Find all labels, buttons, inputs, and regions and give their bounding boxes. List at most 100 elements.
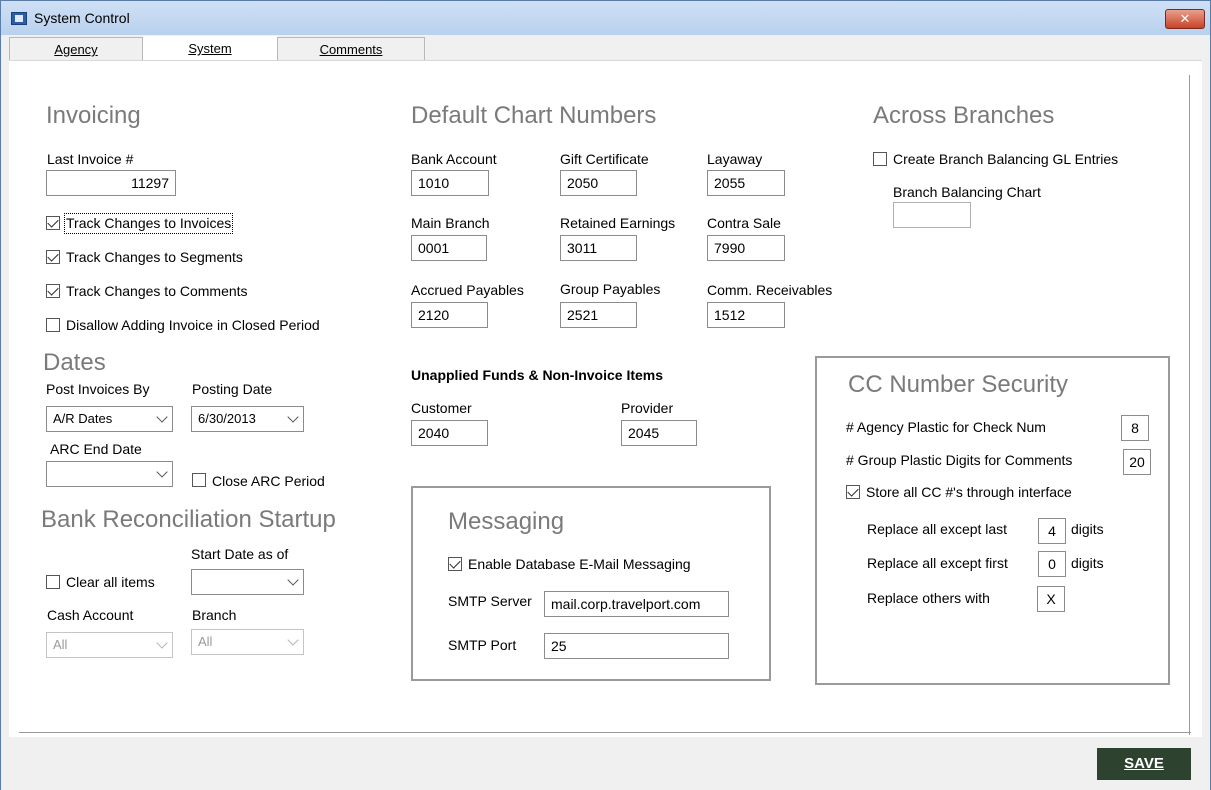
branch-label: Branch [192, 607, 237, 623]
provider-field[interactable]: 2045 [621, 420, 697, 446]
close-arc-period-checkbox[interactable] [192, 473, 206, 487]
retained-earnings-label: Retained Earnings [560, 215, 676, 231]
save-button[interactable]: SAVE [1097, 748, 1191, 780]
tab-comments[interactable]: Comments [277, 37, 425, 61]
title-bar: System Control ✕ [1, 1, 1210, 35]
enable-email-messaging-checkbox[interactable] [448, 557, 462, 571]
chevron-down-icon [156, 411, 168, 423]
bank-account-field[interactable]: 1010 [411, 170, 489, 196]
posting-date-picker[interactable]: 6/30/2013 [191, 406, 304, 432]
main-branch-field[interactable]: 0001 [411, 235, 487, 261]
posting-date-label: Posting Date [192, 381, 273, 397]
enable-email-messaging-label[interactable]: Enable Database E-Mail Messaging [468, 556, 691, 573]
post-invoices-by-select[interactable]: A/R Dates [46, 406, 173, 432]
disallow-closed-period-checkbox[interactable] [46, 318, 60, 332]
branch-balancing-chart-field[interactable] [893, 202, 971, 228]
panel-divider [1189, 75, 1190, 735]
comm-receivables-field[interactable]: 1512 [707, 302, 785, 328]
comm-receivables-label: Comm. Receivables [707, 282, 833, 298]
messaging-heading: Messaging [448, 508, 565, 535]
post-invoices-by-value: A/R Dates [53, 411, 113, 426]
group-plastic-field[interactable]: 20 [1123, 449, 1151, 475]
tab-system[interactable]: System [143, 36, 277, 62]
cc-security-heading: CC Number Security [848, 371, 1069, 398]
app-icon [11, 12, 27, 25]
layaway-label: Layaway [707, 151, 763, 167]
post-invoices-by-label: Post Invoices By [46, 381, 150, 397]
arc-end-date-picker[interactable] [46, 461, 173, 487]
tab-agency[interactable]: Agency [9, 37, 143, 61]
contra-sale-field[interactable]: 7990 [707, 235, 785, 261]
start-date-label: Start Date as of [191, 546, 289, 562]
group-plastic-label: # Group Plastic Digits for Comments [846, 452, 1073, 468]
create-branch-balancing-label[interactable]: Create Branch Balancing GL Entries [893, 151, 1118, 168]
track-invoices-checkbox[interactable] [46, 216, 60, 230]
panel-divider [19, 732, 1191, 733]
track-comments-label[interactable]: Track Changes to Comments [66, 283, 248, 300]
cash-account-select[interactable]: All [46, 632, 173, 658]
accrued-payables-field[interactable]: 2120 [411, 302, 488, 328]
store-all-cc-label[interactable]: Store all CC #'s through interface [866, 484, 1072, 501]
track-segments-checkbox[interactable] [46, 250, 60, 264]
branch-balancing-chart-label: Branch Balancing Chart [893, 184, 1041, 200]
track-invoices-label[interactable]: Track Changes to Invoices [63, 213, 234, 234]
chevron-down-icon [287, 574, 299, 586]
dates-heading: Dates [43, 349, 106, 376]
clear-all-items-checkbox[interactable] [46, 575, 60, 589]
gift-certificate-label: Gift Certificate [560, 151, 649, 167]
contra-sale-label: Contra Sale [707, 215, 781, 231]
bank-account-label: Bank Account [411, 151, 497, 167]
agency-plastic-field[interactable]: 8 [1121, 415, 1149, 441]
chevron-down-icon [287, 411, 299, 423]
group-payables-field[interactable]: 2521 [560, 302, 637, 328]
tab-strip: Agency System Comments [9, 36, 429, 62]
smtp-server-label: SMTP Server [448, 593, 532, 609]
invoicing-heading: Invoicing [46, 102, 141, 129]
replace-except-first-field[interactable]: 0 [1038, 551, 1066, 577]
layaway-field[interactable]: 2055 [707, 170, 785, 196]
branch-value: All [198, 634, 213, 649]
retained-earnings-field[interactable]: 3011 [560, 235, 637, 261]
group-payables-label: Group Payables [560, 281, 661, 297]
agency-plastic-label: # Agency Plastic for Check Num [846, 419, 1046, 435]
chevron-down-icon [156, 466, 168, 478]
digits-label: digits [1071, 521, 1104, 537]
last-invoice-label: Last Invoice # [47, 151, 134, 167]
track-segments-label[interactable]: Track Changes to Segments [66, 249, 243, 266]
unapplied-funds-heading: Unapplied Funds & Non-Invoice Items [411, 367, 664, 383]
accrued-payables-label: Accrued Payables [411, 282, 524, 298]
chart-numbers-heading: Default Chart Numbers [411, 102, 657, 129]
chevron-down-icon [156, 637, 168, 649]
posting-date-value: 6/30/2013 [198, 411, 256, 426]
replace-others-field[interactable]: X [1037, 586, 1065, 612]
branch-select[interactable]: All [191, 629, 304, 655]
customer-field[interactable]: 2040 [411, 420, 488, 446]
track-comments-checkbox[interactable] [46, 284, 60, 298]
cash-account-label: Cash Account [47, 607, 134, 623]
provider-label: Provider [621, 400, 674, 416]
across-branches-heading: Across Branches [873, 102, 1055, 129]
smtp-port-field[interactable]: 25 [544, 633, 729, 659]
smtp-server-field[interactable]: mail.corp.travelport.com [544, 591, 729, 617]
clear-all-items-label[interactable]: Clear all items [66, 574, 155, 591]
footer-bar [1, 738, 1210, 790]
smtp-port-label: SMTP Port [448, 637, 517, 653]
replace-except-last-label: Replace all except last [867, 521, 1008, 537]
bank-rec-heading: Bank Reconciliation Startup [41, 506, 336, 533]
gift-certificate-field[interactable]: 2050 [560, 170, 637, 196]
cash-account-value: All [53, 637, 68, 652]
replace-others-label: Replace others with [867, 590, 990, 606]
replace-except-first-label: Replace all except first [867, 555, 1008, 571]
store-all-cc-checkbox[interactable] [846, 485, 860, 499]
system-control-window: System Control ✕ Agency System Comments … [0, 0, 1211, 790]
window-title: System Control [34, 10, 130, 26]
close-button[interactable]: ✕ [1165, 9, 1205, 29]
close-arc-period-label[interactable]: Close ARC Period [212, 473, 325, 490]
start-date-picker[interactable] [191, 569, 304, 595]
create-branch-balancing-checkbox[interactable] [873, 152, 887, 166]
disallow-closed-period-label[interactable]: Disallow Adding Invoice in Closed Period [66, 317, 320, 334]
customer-label: Customer [411, 400, 472, 416]
replace-except-last-field[interactable]: 4 [1038, 518, 1066, 544]
last-invoice-field[interactable]: 11297 [46, 170, 176, 196]
chevron-down-icon [287, 634, 299, 646]
